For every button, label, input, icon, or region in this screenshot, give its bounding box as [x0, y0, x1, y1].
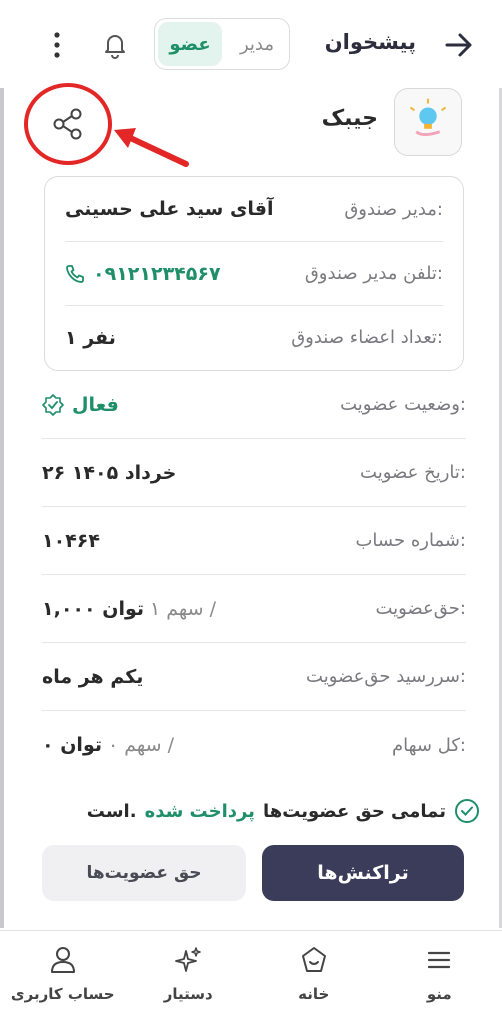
bell-icon[interactable]: [100, 30, 130, 60]
sparkle-icon: [175, 947, 201, 972]
bottom-nav: منو خانه دستیار حساب کاربری: [0, 930, 502, 1024]
due-value: یکم هر ماه: [42, 665, 144, 688]
page-title: پیشخوان: [324, 30, 416, 54]
nav-label-account: حساب کاربری: [10, 985, 115, 1003]
nav-label-home: خانه: [298, 985, 330, 1003]
user-icon: [50, 947, 75, 973]
notice-text-2: پرداخت شده: [144, 800, 255, 822]
transactions-button[interactable]: تراکنش‌ها: [262, 845, 464, 901]
kebab-icon[interactable]: [50, 30, 64, 60]
nav-label-assistant: دستیار: [163, 985, 213, 1003]
members-value: ۱ نفر: [65, 326, 116, 349]
hamburger-icon: [428, 951, 451, 969]
members-label: تعداد اعضاء صندوق:: [291, 327, 443, 348]
members-row: تعداد اعضاء صندوق: ۱ نفر: [65, 305, 443, 369]
manager-label: مدیر صندوق:: [344, 198, 443, 220]
nav-item-account[interactable]: حساب کاربری: [3, 931, 123, 1024]
fee-shares: ۱ سهم /: [150, 597, 217, 620]
phone-link[interactable]: ۰۹۱۲۱۲۳۴۵۶۷: [65, 263, 221, 285]
shares-row: کل سهام: ۰ توان ۰ سهم /: [42, 711, 466, 779]
status-value: فعال: [72, 393, 119, 416]
account-label: شماره حساب:: [355, 530, 466, 551]
due-label: سررسید حق‌عضویت:: [306, 666, 466, 687]
phone-row: تلفن مدیر صندوق: ۰۹۱۲۱۲۳۴۵۶۷: [65, 241, 443, 305]
date-row: تاریخ عضویت: ۲۶ خرداد ۱۴۰۵: [42, 439, 466, 507]
arrow-right-icon[interactable]: [444, 30, 474, 60]
account-row: شماره حساب: ۱۰۴۶۴: [42, 507, 466, 575]
due-row: سررسید حق‌عضویت: یکم هر ماه: [42, 643, 466, 711]
home-icon: [301, 947, 326, 972]
annotation-arrow: [114, 128, 189, 167]
status-label: وضعیت عضویت:: [340, 394, 466, 415]
account-value: ۱۰۴۶۴: [42, 529, 100, 552]
nav-item-home[interactable]: خانه: [254, 931, 374, 1024]
scroll-indicator-left: [0, 88, 4, 928]
nav-label-menu: منو: [426, 985, 452, 1003]
membership-fees-button[interactable]: حق عضویت‌ها: [42, 845, 246, 901]
check-circle-icon: [455, 799, 479, 823]
fund-name: جیبک: [321, 106, 378, 131]
fee-row: حق‌عضویت: ۱,۰۰۰ توان ۱ سهم /: [42, 575, 466, 643]
manager-value: آقای سید علی حسینی: [65, 198, 274, 220]
payment-notice: تمامی حق عضویت‌ها پرداخت شده است.: [87, 798, 480, 824]
fee-amount: ۱,۰۰۰ توان: [42, 597, 145, 620]
status-row: وضعیت عضویت: فعال: [42, 371, 466, 439]
fund-logo: [394, 88, 462, 156]
role-member-option[interactable]: عضو: [158, 22, 222, 66]
verified-badge-icon: [42, 393, 64, 416]
date-value: ۲۶ خرداد ۱۴۰۵: [42, 461, 177, 484]
phone-icon: [66, 264, 84, 283]
status-value-wrap: فعال: [42, 394, 119, 416]
lightbulb-logo-icon: [409, 98, 447, 137]
notice-text-3: است.: [86, 800, 137, 822]
phone-label: تلفن مدیر صندوق:: [304, 263, 443, 284]
role-manager-option[interactable]: مدیر: [225, 19, 289, 69]
nav-item-menu[interactable]: منو: [379, 931, 499, 1024]
shares-label: کل سهام:: [391, 734, 466, 756]
fund-info-card: مدیر صندوق: آقای سید علی حسینی تلفن مدیر…: [44, 176, 464, 371]
top-bar: پیشخوان مدیر عضو: [0, 0, 502, 88]
shares-count: ۰ سهم /: [108, 734, 175, 756]
shares-amount: ۰ توان: [42, 734, 102, 756]
manager-row: مدیر صندوق: آقای سید علی حسینی: [65, 177, 443, 241]
fee-value: ۱,۰۰۰ توان ۱ سهم /: [42, 598, 216, 620]
phone-value: ۰۹۱۲۱۲۳۴۵۶۷: [93, 262, 221, 285]
shares-value: ۰ توان ۰ سهم /: [42, 734, 174, 756]
date-label: تاریخ عضویت:: [360, 462, 466, 483]
role-toggle[interactable]: مدیر عضو: [154, 18, 290, 70]
fee-label: حق‌عضویت:: [375, 598, 466, 619]
nav-item-assistant[interactable]: دستیار: [128, 931, 248, 1024]
notice-text-1: تمامی حق عضویت‌ها: [262, 800, 446, 822]
annotation-circle: [24, 83, 112, 165]
